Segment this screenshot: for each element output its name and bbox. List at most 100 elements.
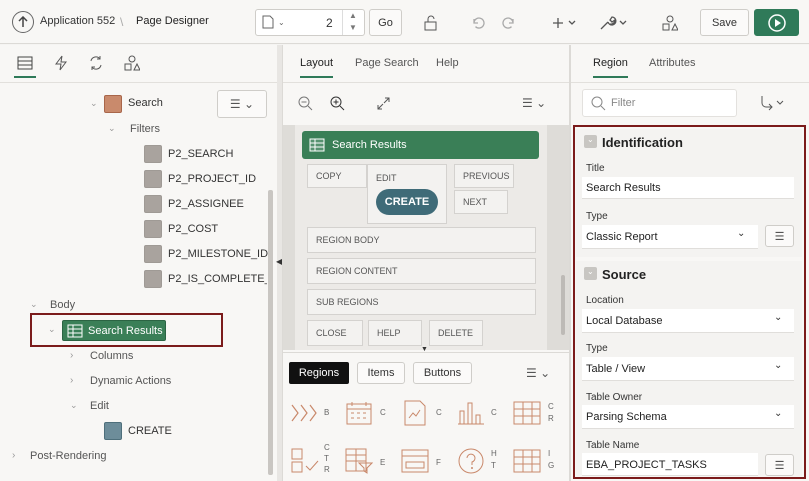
slot-sub-regions[interactable]: SUB REGIONS (307, 289, 536, 315)
form-region-icon[interactable] (400, 448, 430, 474)
page-number-input[interactable]: 2 (326, 16, 333, 30)
table-name-input[interactable]: EBA_PROJECT_TASKS (582, 453, 758, 476)
breadcrumb-app[interactable]: Application 552 (40, 15, 115, 27)
tree-node-dynamic-actions[interactable]: Dynamic Actions (90, 375, 171, 387)
expand-chevron-icon[interactable]: ⌄ (30, 299, 38, 310)
title-input[interactable]: Search Results (582, 177, 794, 199)
expand-chevron-icon[interactable]: ⌄ (48, 324, 56, 335)
undo-icon[interactable] (467, 12, 489, 34)
slot-close[interactable]: CLOSE (307, 320, 363, 346)
slot-previous[interactable]: PREVIOUS (454, 164, 514, 188)
tree-item[interactable]: P2_MILESTONE_ID (168, 248, 268, 260)
checkbox-list-icon[interactable] (290, 448, 320, 474)
gallery-tab-regions[interactable]: Regions (289, 362, 349, 384)
filter-input[interactable]: Filter (582, 89, 737, 117)
help-region-icon[interactable] (456, 448, 486, 474)
expand-chevron-icon[interactable]: ⌄ (108, 123, 116, 134)
app-home-icon[interactable] (12, 11, 34, 33)
region-type-select[interactable]: Classic Report ⌄ (582, 225, 758, 249)
stepper-up-icon[interactable]: ▲ (349, 11, 357, 20)
layout-menu-icon[interactable]: ☰ ⌄ (522, 96, 546, 110)
slot-help[interactable]: HELP (368, 320, 422, 346)
tree-item[interactable]: P2_SEARCH (168, 148, 233, 160)
redo-icon[interactable] (498, 12, 520, 34)
bar-chart-icon[interactable] (456, 400, 486, 426)
breadcrumb-region-icon[interactable] (290, 400, 320, 426)
canvas-scrollbar[interactable] (561, 275, 565, 335)
page-dropdown-chevron-icon[interactable]: ⌄ (278, 18, 285, 27)
run-page-button[interactable] (754, 9, 799, 36)
chevron-down-icon[interactable]: ⌄ (737, 228, 745, 239)
classic-report-icon[interactable] (512, 400, 542, 426)
expand-chevron-icon[interactable]: ⌄ (90, 98, 98, 109)
slot-delete[interactable]: DELETE (429, 320, 483, 346)
collapse-chevron-icon[interactable]: › (12, 450, 15, 461)
go-to-group-icon[interactable] (758, 94, 788, 112)
create-menu-icon[interactable] (550, 12, 580, 34)
gallery-menu-icon[interactable]: ☰ ⌄ (526, 366, 550, 380)
tab-page-search[interactable]: Page Search (355, 57, 419, 69)
save-button[interactable]: Save (700, 9, 749, 36)
region-search-results[interactable]: Search Results (302, 131, 539, 159)
interactive-grid-icon[interactable] (512, 448, 542, 474)
tree-item[interactable]: P2_COST (168, 223, 218, 235)
tree-node-post-rendering[interactable]: Post-Rendering (30, 450, 106, 462)
tree-node-search[interactable]: Search (128, 97, 163, 109)
gallery-tab-buttons[interactable]: Buttons (413, 362, 472, 384)
expand-icon[interactable] (374, 95, 392, 111)
shared-components-tab-icon[interactable] (123, 55, 141, 71)
slot-next[interactable]: NEXT (454, 190, 508, 214)
table-owner-label: Table Owner (586, 392, 643, 403)
page-selector[interactable]: ⌄ 2 ▲ ▼ (255, 9, 365, 36)
stepper-down-icon[interactable]: ▼ (349, 23, 357, 32)
table-owner-select[interactable]: Parsing Schema ⌄ (582, 405, 794, 429)
tab-layout[interactable]: Layout (300, 57, 334, 78)
tree-item[interactable]: P2_PROJECT_ID (168, 173, 256, 185)
type-list-button[interactable]: ☰ (765, 225, 794, 247)
title-value: Search Results (586, 182, 661, 194)
go-button[interactable]: Go (369, 9, 402, 36)
zoom-out-icon[interactable] (296, 95, 314, 111)
tree-node-search-results[interactable]: Search Results (62, 320, 166, 341)
section-collapse-icon[interactable]: ⌄ (584, 267, 597, 280)
faceted-search-icon[interactable] (344, 448, 374, 474)
tree-node-body[interactable]: Body (50, 299, 75, 311)
calendar-region-icon[interactable] (344, 400, 374, 426)
section-collapse-icon[interactable]: ⌄ (584, 135, 597, 148)
collapse-chevron-icon[interactable]: › (70, 350, 73, 361)
tree-menu-button[interactable]: ☰ ⌄ (217, 90, 267, 118)
chevron-down-icon[interactable]: ⌄ (774, 312, 782, 323)
slot-region-body[interactable]: REGION BODY (307, 227, 536, 253)
tree-node-columns[interactable]: Columns (90, 350, 133, 362)
chevron-down-icon[interactable]: ⌄ (774, 408, 782, 419)
shared-components-icon[interactable] (659, 12, 681, 34)
chart-region-icon[interactable] (402, 400, 428, 426)
chevron-down-icon[interactable]: ⌄ (774, 360, 782, 371)
dynamic-actions-tab-icon[interactable] (52, 55, 70, 71)
rendering-tab-icon[interactable] (16, 55, 34, 71)
tree-node-edit[interactable]: Edit (90, 400, 109, 412)
tree-node-filters[interactable]: Filters (130, 123, 160, 135)
slot-copy[interactable]: COPY (307, 164, 367, 188)
lock-icon[interactable] (420, 12, 442, 34)
gallery-tab-items[interactable]: Items (357, 362, 405, 384)
create-button-placeholder[interactable]: CREATE (376, 189, 438, 215)
collapse-chevron-icon[interactable]: › (70, 375, 73, 386)
source-type-select[interactable]: Table / View ⌄ (582, 357, 794, 381)
tree-item[interactable]: P2_ASSIGNEE (168, 198, 244, 210)
tree-item[interactable]: P2_IS_COMPLETE_Y (168, 273, 267, 285)
location-select[interactable]: Local Database ⌄ (582, 309, 794, 333)
tab-region[interactable]: Region (593, 57, 628, 78)
page-stepper[interactable]: ▲ ▼ (342, 10, 364, 35)
tab-help[interactable]: Help (436, 57, 459, 69)
list-icon: ☰ (774, 230, 785, 243)
processing-tab-icon[interactable] (87, 55, 105, 71)
zoom-in-icon[interactable] (328, 95, 346, 111)
tree-scrollbar[interactable] (268, 190, 273, 475)
tab-attributes[interactable]: Attributes (649, 57, 695, 69)
table-name-list-button[interactable]: ☰ (765, 454, 794, 476)
utilities-wrench-icon[interactable] (597, 12, 631, 34)
expand-chevron-icon[interactable]: ⌄ (70, 400, 78, 411)
tree-node-create[interactable]: CREATE (128, 425, 172, 437)
slot-region-content[interactable]: REGION CONTENT (307, 258, 536, 284)
